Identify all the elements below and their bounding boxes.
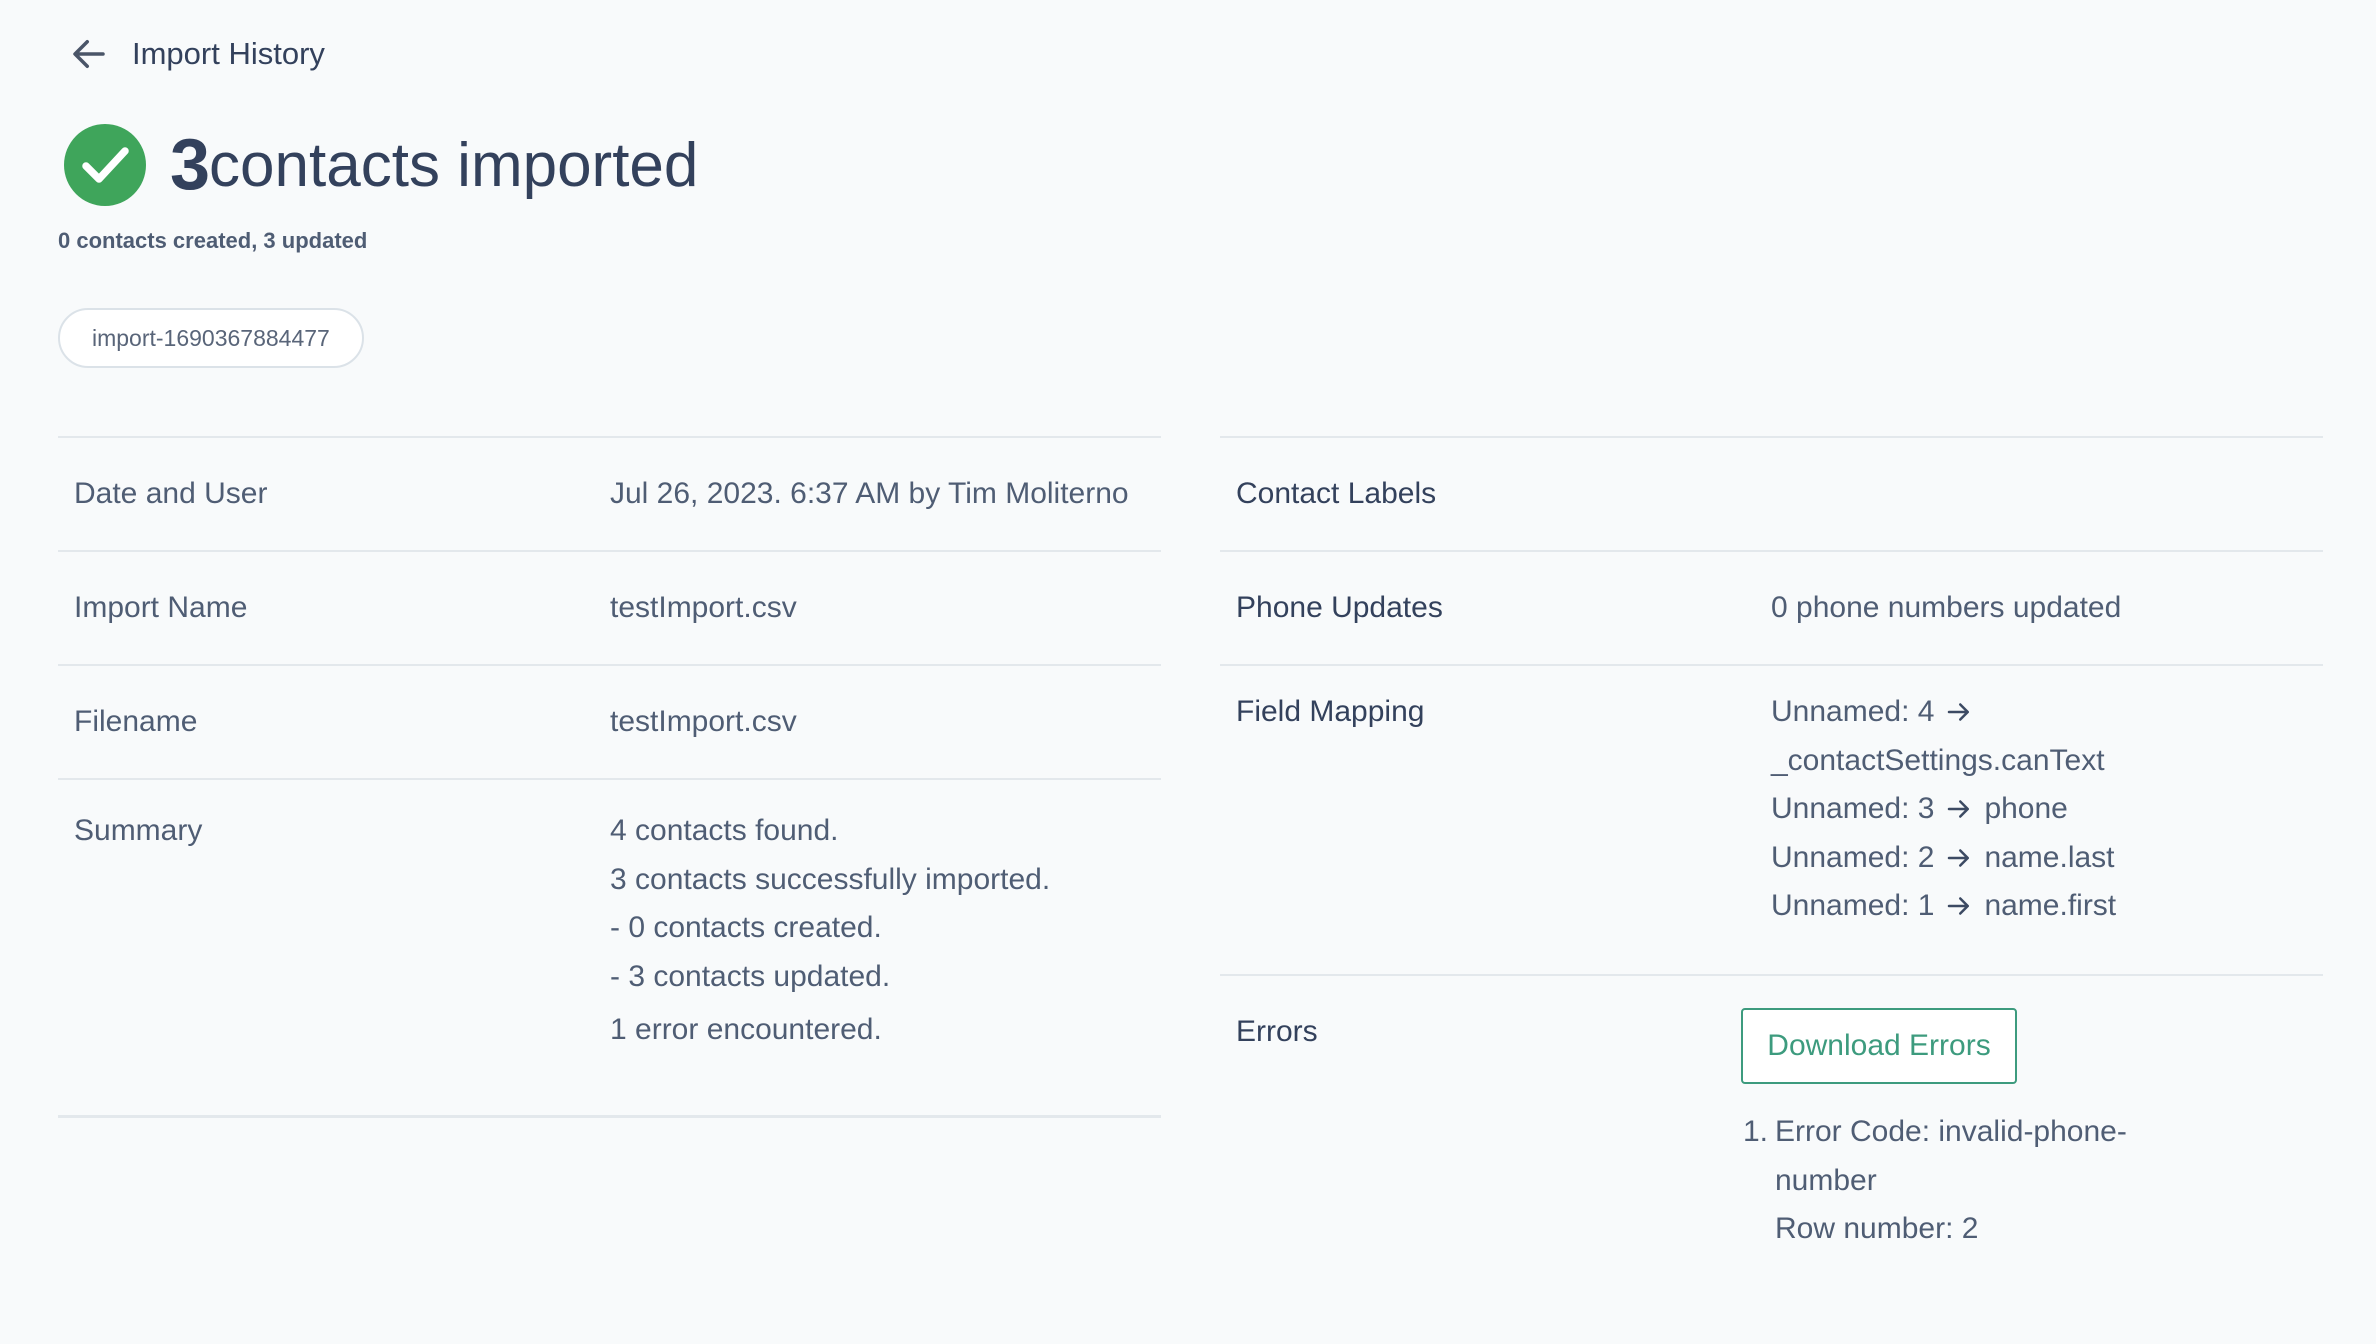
arrow-right-icon	[1948, 897, 1970, 915]
filename-link[interactable]: testImport.csv	[610, 707, 797, 737]
arrow-right-icon	[1948, 849, 1970, 867]
detail-label: Filename	[74, 705, 198, 738]
field-mapping-item: Unnamed: 2 name.last	[1771, 834, 2116, 883]
back-link-label: Import History	[132, 36, 325, 71]
error-body: Error Code: invalid-phone- number Row nu…	[1775, 1108, 2175, 1254]
error-item: 1. Error Code: invalid-phone- number Row…	[1743, 1108, 2175, 1254]
detail-row-errors: Errors Download Errors 1. Error Code: in…	[1220, 974, 2323, 1254]
detail-label: Field Mapping	[1236, 695, 1425, 728]
error-row-number: Row number: 2	[1775, 1212, 1979, 1245]
field-mapping-item: Unnamed: 1 name.first	[1771, 882, 2116, 931]
arrow-left-icon	[73, 40, 105, 68]
mapping-from: Unnamed: 4	[1771, 695, 1935, 728]
field-mapping-list: Unnamed: 4 _contactSettings.canText Unna…	[1771, 688, 2116, 931]
mapping-to: name.first	[1984, 889, 2117, 922]
detail-label: Contact Labels	[1236, 477, 1437, 510]
import-tag: import-1690367884477	[58, 308, 364, 368]
import-subtitle: 0 contacts created, 3 updated	[58, 228, 368, 253]
divider	[58, 1115, 1161, 1118]
detail-label: Phone Updates	[1236, 591, 1443, 624]
summary-line: 4 contacts found.	[610, 814, 839, 847]
mapping-from: Unnamed: 2	[1771, 840, 1935, 874]
error-code-cont: number	[1775, 1163, 1877, 1197]
error-code: Error Code: invalid-phone-	[1775, 1115, 2127, 1148]
arrow-right-icon	[1948, 800, 1970, 818]
detail-label: Import Name	[74, 591, 248, 624]
detail-label: Summary	[74, 814, 203, 847]
detail-row-date-user: Date and User Jul 26, 2023. 6:37 AM by T…	[58, 436, 1161, 550]
detail-label: Date and User	[74, 477, 268, 510]
detail-value: testImport.csv	[610, 591, 797, 624]
detail-row-import-name: Import Name testImport.csv	[58, 550, 1161, 664]
detail-row-summary: Summary 4 contacts found. 3 contacts suc…	[58, 778, 1161, 1115]
download-errors-button[interactable]: Download Errors	[1741, 1008, 2017, 1084]
mapping-to: phone	[1984, 792, 2068, 825]
detail-row-field-mapping: Field Mapping Unnamed: 4 _contactSetting…	[1220, 664, 2323, 974]
detail-row-contact-labels: Contact Labels	[1220, 436, 2323, 550]
detail-label: Errors	[1236, 1015, 1318, 1048]
success-check-icon	[64, 124, 146, 206]
imported-count: 3	[170, 125, 210, 205]
back-to-import-history[interactable]: Import History	[68, 30, 325, 78]
field-mapping-item: Unnamed: 4	[1771, 688, 2116, 737]
error-list: 1. Error Code: invalid-phone- number Row…	[1743, 1108, 2175, 1254]
detail-value: Jul 26, 2023. 6:37 AM by Tim Moliterno	[610, 477, 1129, 510]
mapping-from: Unnamed: 1	[1771, 889, 1935, 922]
summary-line: - 3 contacts updated.	[610, 959, 891, 993]
mapping-from: Unnamed: 3	[1771, 792, 1935, 825]
mapping-to: name.last	[1984, 840, 2115, 874]
arrow-right-icon	[1948, 703, 1970, 721]
field-mapping-item: Unnamed: 3 phone	[1771, 785, 2116, 834]
summary-line: 3 contacts successfully imported.	[610, 862, 1051, 896]
import-details-right: Contact Labels Phone Updates 0 phone num…	[1220, 436, 2323, 1254]
error-number: 1.	[1743, 1115, 1769, 1148]
detail-row-filename: Filename testImport.csv	[58, 664, 1161, 778]
errors-value: Download Errors 1. Error Code: invalid-p…	[1741, 1008, 2175, 1254]
import-details-left: Date and User Jul 26, 2023. 6:37 AM by T…	[58, 436, 1161, 1118]
mapping-to: _contactSettings.canText	[1771, 743, 2105, 777]
detail-row-phone-updates: Phone Updates 0 phone numbers updated	[1220, 550, 2323, 664]
imported-title: contacts imported	[209, 130, 699, 200]
summary-line: - 0 contacts created.	[610, 911, 882, 944]
summary-value: 4 contacts found. 3 contacts successfull…	[610, 807, 1050, 1055]
import-result-heading: 3 contacts imported	[64, 124, 698, 206]
detail-value: 0 phone numbers updated	[1771, 591, 2122, 624]
summary-errors-line: 1 error encountered.	[610, 1013, 882, 1046]
